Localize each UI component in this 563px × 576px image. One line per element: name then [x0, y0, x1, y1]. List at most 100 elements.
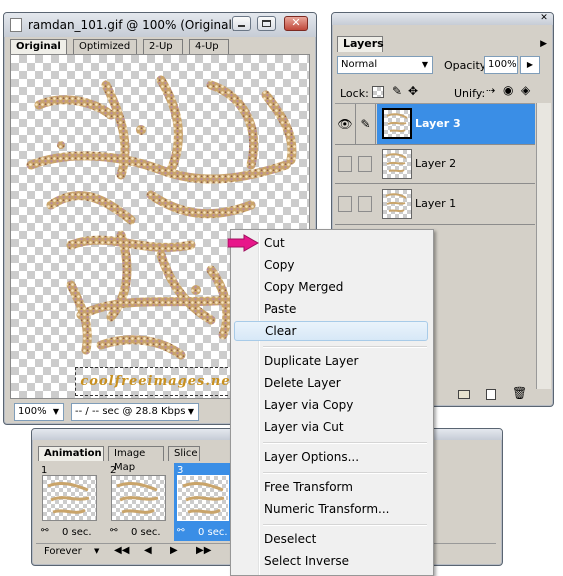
menu-item-select-inverse[interactable]: Select Inverse	[234, 551, 428, 571]
layer-name: Layer 3	[415, 117, 461, 130]
opacity-label: Opacity:	[444, 59, 490, 72]
tab-optimized[interactable]: Optimized	[73, 39, 137, 54]
menu-item-layer-via-copy[interactable]: Layer via Copy	[234, 395, 428, 415]
layer-name: Layer 1	[415, 197, 457, 210]
menu-item-layer-options[interactable]: Layer Options...	[234, 447, 428, 467]
trash-icon[interactable]: 🗑	[512, 386, 527, 400]
menu-item-copy-merged[interactable]: Copy Merged	[234, 277, 428, 297]
layer-row[interactable]: Layer 1	[335, 184, 535, 225]
frame-thumbnail	[177, 475, 229, 521]
layers-panel-titlebar[interactable]: ✕	[332, 13, 553, 25]
lock-transparency-icon[interactable]	[372, 86, 384, 98]
layer-visibility-toggle[interactable]: 👁	[335, 104, 356, 144]
play-icon[interactable]: ▶	[170, 545, 178, 556]
brush-icon: ✎	[360, 117, 371, 131]
unify-visibility-icon[interactable]: ◉	[503, 83, 513, 97]
zoom-select[interactable]: 100% ▼	[14, 403, 64, 421]
chevron-down-icon: ▼	[421, 60, 428, 69]
menu-item-numeric-transform[interactable]: Numeric Transform...	[234, 499, 428, 519]
opacity-field[interactable]: 100%	[484, 56, 518, 74]
blend-mode-value: Normal	[341, 59, 378, 70]
watermark-text: coolfreeimages.net	[80, 374, 238, 389]
menu-item-free-transform[interactable]: Free Transform	[234, 477, 428, 497]
frame-delay[interactable]: 0 sec.	[131, 527, 161, 538]
tab-slice[interactable]: Slice	[168, 446, 200, 461]
frame-thumbnail	[111, 475, 166, 521]
arrow-pointer-icon	[227, 234, 260, 252]
menu-separator	[263, 346, 427, 348]
layer-thumbnail	[382, 189, 412, 219]
close-button[interactable]: ✕	[284, 16, 308, 31]
layer-visibility-toggle[interactable]	[338, 156, 352, 172]
layer-row[interactable]: 👁 ✎ Layer 3	[335, 104, 535, 145]
tab-original[interactable]: Original	[10, 39, 67, 54]
chevron-down-icon[interactable]: ▼	[94, 547, 99, 555]
minimize-icon	[238, 25, 245, 27]
tab-animation[interactable]: Animation	[38, 446, 104, 461]
chevron-down-icon: ▼	[52, 407, 59, 416]
link-icon: ⚯	[41, 526, 49, 536]
folder-icon[interactable]	[458, 390, 470, 399]
menu-item-duplicate-layer[interactable]: Duplicate Layer	[234, 351, 428, 371]
menu-item-delete-layer[interactable]: Delete Layer	[234, 373, 428, 393]
frame-thumbnail	[42, 475, 97, 521]
opacity-value: 100%	[488, 59, 517, 70]
frame-delay[interactable]: 0 sec.	[62, 527, 92, 538]
layer-thumbnail	[382, 149, 412, 179]
link-icon: ⚯	[177, 526, 185, 536]
menu-item-layer-via-cut[interactable]: Layer via Cut	[234, 417, 428, 437]
loop-select[interactable]: Forever	[44, 546, 82, 557]
menu-item-deselect[interactable]: Deselect	[234, 529, 428, 549]
download-status: -- / -- sec @ 28.8 Kbps	[75, 406, 186, 417]
menu-item-copy[interactable]: Copy	[234, 255, 428, 275]
watermark-box: coolfreeimages.net	[75, 367, 243, 396]
image-window-title: ramdan_101.gif @ 100% (Original)	[28, 18, 237, 32]
unify-position-icon[interactable]: ⇢	[486, 84, 495, 97]
maximize-button[interactable]	[257, 16, 276, 31]
eye-icon: 👁	[337, 117, 353, 131]
minimize-button[interactable]	[232, 16, 251, 31]
menu-item-paste[interactable]: Paste	[234, 299, 428, 319]
layers-scrollbar[interactable]	[536, 103, 551, 389]
chevron-right-icon: ▶	[526, 60, 534, 69]
menu-separator	[263, 472, 427, 474]
download-speed-select[interactable]: -- / -- sec @ 28.8 Kbps ▼	[71, 403, 199, 421]
animation-frame-selected[interactable]: 3 ⚯ 0 sec.	[174, 463, 232, 541]
chevron-down-icon: ▼	[187, 407, 194, 416]
layer-visibility-toggle[interactable]	[338, 196, 352, 212]
frame-delay[interactable]: 0 sec.	[198, 527, 228, 538]
panel-menu-arrow-icon[interactable]: ▶	[540, 39, 547, 49]
animation-frame[interactable]: 1 ⚯ 0 sec.	[38, 463, 102, 543]
tab-image-map[interactable]: Image Map	[108, 446, 164, 473]
unify-style-icon[interactable]: ◈	[521, 83, 530, 97]
layer-link-toggle[interactable]	[358, 196, 372, 212]
layer-row[interactable]: Layer 2	[335, 145, 535, 184]
layer-link-toggle[interactable]: ✎	[356, 104, 376, 144]
menu-separator	[263, 442, 427, 444]
close-icon: ✕	[291, 16, 301, 29]
animation-frame[interactable]: 2 ⚯ 0 sec.	[107, 463, 171, 543]
layer-link-toggle[interactable]	[358, 156, 372, 172]
menu-item-clear[interactable]: Clear	[234, 321, 428, 341]
tab-2-up[interactable]: 2-Up	[143, 39, 183, 54]
menu-separator	[263, 524, 427, 526]
layer-name: Layer 2	[415, 157, 457, 170]
document-icon	[10, 18, 22, 32]
tab-layers[interactable]: Layers	[337, 36, 384, 52]
image-window-titlebar[interactable]: ramdan_101.gif @ 100% (Original) ✕	[4, 13, 316, 37]
step-back-icon[interactable]: ◀	[144, 545, 152, 556]
tab-4-up[interactable]: 4-Up	[189, 39, 229, 54]
lock-label: Lock:	[340, 87, 369, 100]
blend-mode-select[interactable]: Normal ▼	[337, 56, 433, 74]
close-icon[interactable]: ✕	[538, 14, 550, 23]
step-forward-icon[interactable]: ▶▶	[196, 545, 211, 556]
context-menu: Cut Copy Copy Merged Paste Clear Duplica…	[230, 229, 434, 576]
brush-icon[interactable]: ✎	[392, 84, 402, 98]
new-layer-icon[interactable]	[486, 389, 496, 400]
move-icon[interactable]: ✥	[408, 84, 418, 98]
unify-label: Unify:	[454, 87, 486, 100]
preview-tabs: Original Optimized 2-Up 4-Up	[10, 39, 310, 54]
rewind-icon[interactable]: ◀◀	[114, 545, 129, 556]
menu-item-cut[interactable]: Cut	[234, 233, 428, 253]
opacity-slider-button[interactable]: ▶	[520, 56, 540, 74]
